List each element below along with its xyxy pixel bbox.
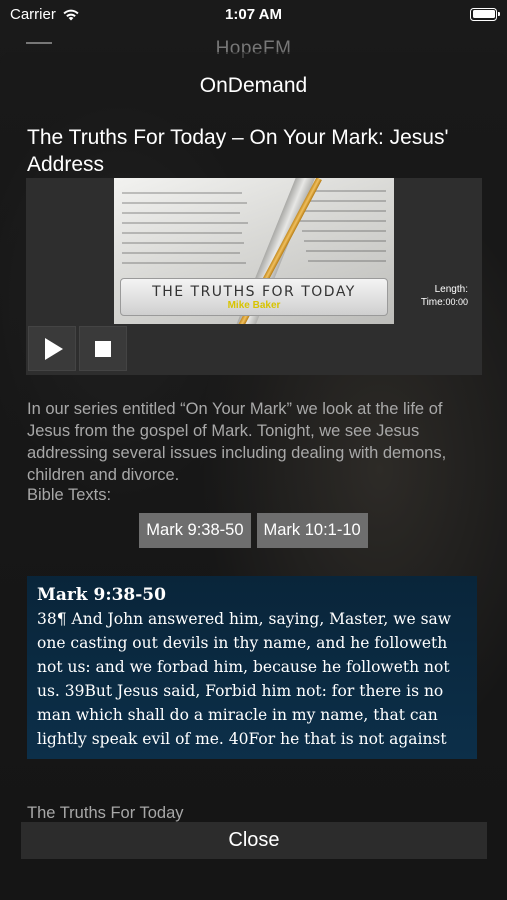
episode-artwork: THE TRUTHS FOR TODAY Mike Baker <box>114 178 394 324</box>
episode-description: In our series entitled “On Your Mark” we… <box>27 400 447 484</box>
close-button[interactable]: Close <box>21 822 487 859</box>
time-value: 00:00 <box>445 297 468 307</box>
scripture-text: 38¶ And John answered him, saying, Maste… <box>37 610 452 759</box>
player-controls <box>28 326 127 371</box>
artwork-title: THE TRUTHS FOR TODAY <box>152 284 356 300</box>
audio-player: THE TRUTHS FOR TODAY Mike Baker Length: … <box>26 178 482 375</box>
bible-texts-list: Mark 9:38-50 Mark 10:1-10 <box>0 513 507 548</box>
play-button[interactable] <box>28 326 76 371</box>
length-label: Length: <box>434 284 468 295</box>
episode-title: The Truths For Today – On Your Mark: Jes… <box>27 126 449 176</box>
time-label: Time: <box>420 297 446 308</box>
carrier-label: Carrier <box>10 5 56 23</box>
sheet-title: OnDemand <box>199 74 308 97</box>
stop-button[interactable] <box>79 326 127 371</box>
bible-texts-label: Bible Texts: <box>27 486 112 504</box>
program-name: The Truths For Today <box>27 804 184 822</box>
bible-text-button[interactable]: Mark 9:38-50 <box>139 513 251 548</box>
status-time: 1:07 AM <box>225 5 282 23</box>
status-bar: Carrier 1:07 AM <box>0 0 507 28</box>
artwork-banner: THE TRUTHS FOR TODAY Mike Baker <box>120 278 388 316</box>
play-icon <box>45 337 63 360</box>
artwork-subtitle: Mike Baker <box>227 300 281 311</box>
bible-text-button[interactable]: Mark 10:1-10 <box>256 513 368 548</box>
scripture-panel[interactable]: Mark 9:38-50 38¶ And John answered him, … <box>27 576 477 759</box>
battery-icon <box>470 7 500 21</box>
wifi-icon <box>63 9 79 20</box>
length-readout: Length: Time:00:00 <box>421 284 468 309</box>
stop-icon <box>95 340 111 357</box>
scripture-reference: Mark 9:38-50 <box>37 585 166 605</box>
